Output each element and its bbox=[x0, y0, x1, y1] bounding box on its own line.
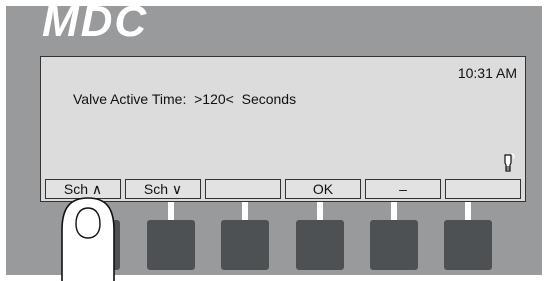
brand-logo: MDC bbox=[42, 0, 149, 46]
softkey-ok: OK bbox=[285, 179, 361, 199]
hardware-button-2[interactable] bbox=[147, 220, 195, 270]
valve-active-time-text: Valve Active Time: >120< Seconds bbox=[73, 91, 297, 107]
hardware-button-6[interactable] bbox=[444, 220, 492, 270]
hardware-button-3[interactable] bbox=[221, 220, 269, 270]
lightbulb-icon bbox=[504, 153, 515, 172]
hardware-button-5[interactable] bbox=[370, 220, 418, 270]
hardware-button-4[interactable] bbox=[296, 220, 344, 270]
softkey-sch-down: Sch ∨ bbox=[125, 179, 201, 199]
pressing-finger bbox=[61, 197, 115, 281]
softkey-minus: – bbox=[365, 179, 441, 199]
connector-line bbox=[465, 202, 471, 220]
connector-line bbox=[168, 202, 174, 220]
softkey-blank-6 bbox=[445, 179, 521, 199]
connector-line bbox=[242, 202, 248, 220]
connector-line bbox=[317, 202, 323, 220]
softkey-blank-3 bbox=[205, 179, 281, 199]
lcd-screen: 10:31 AM Valve Active Time: >120< Second… bbox=[40, 56, 526, 202]
clock-display: 10:31 AM bbox=[457, 65, 517, 81]
connector-line bbox=[391, 202, 397, 220]
